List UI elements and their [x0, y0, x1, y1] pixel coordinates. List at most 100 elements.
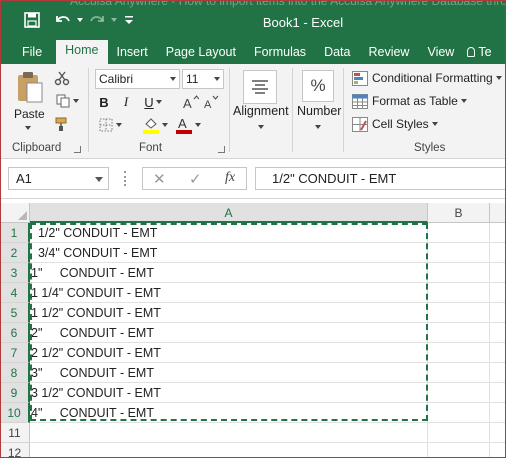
cell-b[interactable]: [428, 343, 490, 363]
number-dropdown-icon[interactable]: [315, 125, 321, 129]
cell-styles-button[interactable]: Cell Styles: [352, 114, 438, 134]
formula-input[interactable]: 1/2" CONDUIT - EMT: [255, 167, 506, 190]
font-launcher-icon[interactable]: [218, 146, 225, 153]
font-name-select[interactable]: Calibri: [95, 69, 180, 89]
column-header-a[interactable]: A: [30, 203, 428, 223]
underline-button[interactable]: U: [141, 94, 157, 110]
row-header[interactable]: 10: [0, 403, 30, 423]
tab-home[interactable]: Home: [56, 40, 108, 64]
fill-color-button[interactable]: [140, 116, 170, 134]
bold-button[interactable]: B: [97, 94, 111, 110]
paint-bucket-icon: [142, 118, 159, 134]
cell-c[interactable]: [490, 263, 506, 283]
cell-b[interactable]: [428, 283, 490, 303]
row-header[interactable]: 1: [0, 223, 30, 243]
cell-b[interactable]: [428, 363, 490, 383]
tab-page-layout[interactable]: Page Layout: [157, 42, 245, 64]
row-header[interactable]: 12: [0, 443, 30, 458]
column-header-b[interactable]: B: [428, 203, 490, 223]
cell-b[interactable]: [428, 383, 490, 403]
cell-b[interactable]: [428, 403, 490, 423]
row-header[interactable]: 6: [0, 323, 30, 343]
format-painter-button[interactable]: [53, 115, 71, 133]
cell-c[interactable]: [490, 403, 506, 423]
row-header[interactable]: 2: [0, 243, 30, 263]
row-header[interactable]: 11: [0, 423, 30, 443]
cut-button[interactable]: [53, 69, 71, 87]
alignment-label[interactable]: Alignment: [233, 104, 289, 118]
cell-a[interactable]: 2 1/2" CONDUIT - EMT: [30, 343, 428, 363]
row-header[interactable]: 3: [0, 263, 30, 283]
increase-font-size-button[interactable]: A: [183, 93, 199, 111]
number-format-button[interactable]: %: [302, 70, 334, 102]
cell-c[interactable]: [490, 323, 506, 343]
cell-a[interactable]: 1 1/4" CONDUIT - EMT: [30, 283, 428, 303]
cell-c[interactable]: [490, 343, 506, 363]
cell-c[interactable]: [490, 303, 506, 323]
clipboard-launcher-icon[interactable]: [74, 146, 81, 153]
cell-c[interactable]: [490, 443, 506, 458]
tab-formulas[interactable]: Formulas: [245, 42, 315, 64]
copy-button[interactable]: [53, 92, 81, 110]
paste-label[interactable]: Paste: [14, 107, 45, 121]
cell-c[interactable]: [490, 423, 506, 443]
cell-b[interactable]: [428, 263, 490, 283]
cell-b[interactable]: [428, 223, 490, 243]
cell-styles-icon: [352, 116, 368, 132]
italic-button[interactable]: I: [119, 94, 133, 110]
tab-file[interactable]: File: [0, 42, 56, 64]
cell-b[interactable]: [428, 303, 490, 323]
insert-function-icon[interactable]: fx: [225, 170, 235, 186]
row-header[interactable]: 5: [0, 303, 30, 323]
cancel-entry-icon[interactable]: ✕: [153, 170, 166, 188]
row-header[interactable]: 9: [0, 383, 30, 403]
tab-view[interactable]: View: [418, 42, 463, 64]
column-header-c[interactable]: [490, 203, 506, 223]
cell-a[interactable]: 1" CONDUIT - EMT: [30, 263, 428, 283]
font-color-button[interactable]: A: [173, 116, 203, 134]
tab-tell-me[interactable]: Te: [463, 42, 500, 64]
alignment-button[interactable]: [243, 70, 277, 104]
format-as-table-button[interactable]: Format as Table: [352, 91, 467, 111]
select-all-button[interactable]: [0, 203, 30, 223]
cell-c[interactable]: [490, 283, 506, 303]
cell-a[interactable]: 1/2" CONDUIT - EMT: [30, 223, 428, 243]
cell-a[interactable]: [30, 423, 428, 443]
underline-dropdown-icon[interactable]: [156, 100, 162, 104]
tab-review[interactable]: Review: [359, 42, 418, 64]
cell-a[interactable]: 4" CONDUIT - EMT: [30, 403, 428, 423]
alignment-dropdown-icon[interactable]: [258, 125, 264, 129]
cell-b[interactable]: [428, 443, 490, 458]
row-header[interactable]: 7: [0, 343, 30, 363]
paste-dropdown-icon[interactable]: [25, 126, 31, 130]
cell-c[interactable]: [490, 223, 506, 243]
cell-a[interactable]: 3" CONDUIT - EMT: [30, 363, 428, 383]
borders-button[interactable]: [96, 117, 124, 133]
cell-c[interactable]: [490, 383, 506, 403]
cell-c[interactable]: [490, 363, 506, 383]
decrease-font-size-button[interactable]: A: [203, 93, 219, 111]
row-header[interactable]: 4: [0, 283, 30, 303]
group-divider: [343, 68, 344, 152]
cell-a[interactable]: [30, 443, 428, 458]
cell-a[interactable]: 2" CONDUIT - EMT: [30, 323, 428, 343]
cell-b[interactable]: [428, 423, 490, 443]
cell-a[interactable]: 3 1/2" CONDUIT - EMT: [30, 383, 428, 403]
cell-b[interactable]: [428, 323, 490, 343]
conditional-formatting-button[interactable]: Conditional Formatting: [352, 68, 502, 88]
name-box[interactable]: A1: [8, 167, 109, 190]
paste-button[interactable]: [12, 70, 48, 106]
cell-a[interactable]: 3/4" CONDUIT - EMT: [30, 243, 428, 263]
font-size-select[interactable]: 11: [182, 69, 224, 89]
cell-c[interactable]: [490, 243, 506, 263]
worksheet-grid[interactable]: A B 1 1/2" CONDUIT - EMT 2 3/4" CONDUIT -…: [0, 199, 506, 458]
number-label[interactable]: Number: [297, 104, 341, 118]
tab-data[interactable]: Data: [315, 42, 359, 64]
tab-insert[interactable]: Insert: [108, 42, 157, 64]
confirm-entry-icon[interactable]: ✓: [189, 170, 202, 188]
row-header[interactable]: 8: [0, 363, 30, 383]
formula-bar-grip[interactable]: [124, 171, 127, 186]
chevron-down-icon: [161, 123, 168, 127]
cell-b[interactable]: [428, 243, 490, 263]
cell-a[interactable]: 1 1/2" CONDUIT - EMT: [30, 303, 428, 323]
